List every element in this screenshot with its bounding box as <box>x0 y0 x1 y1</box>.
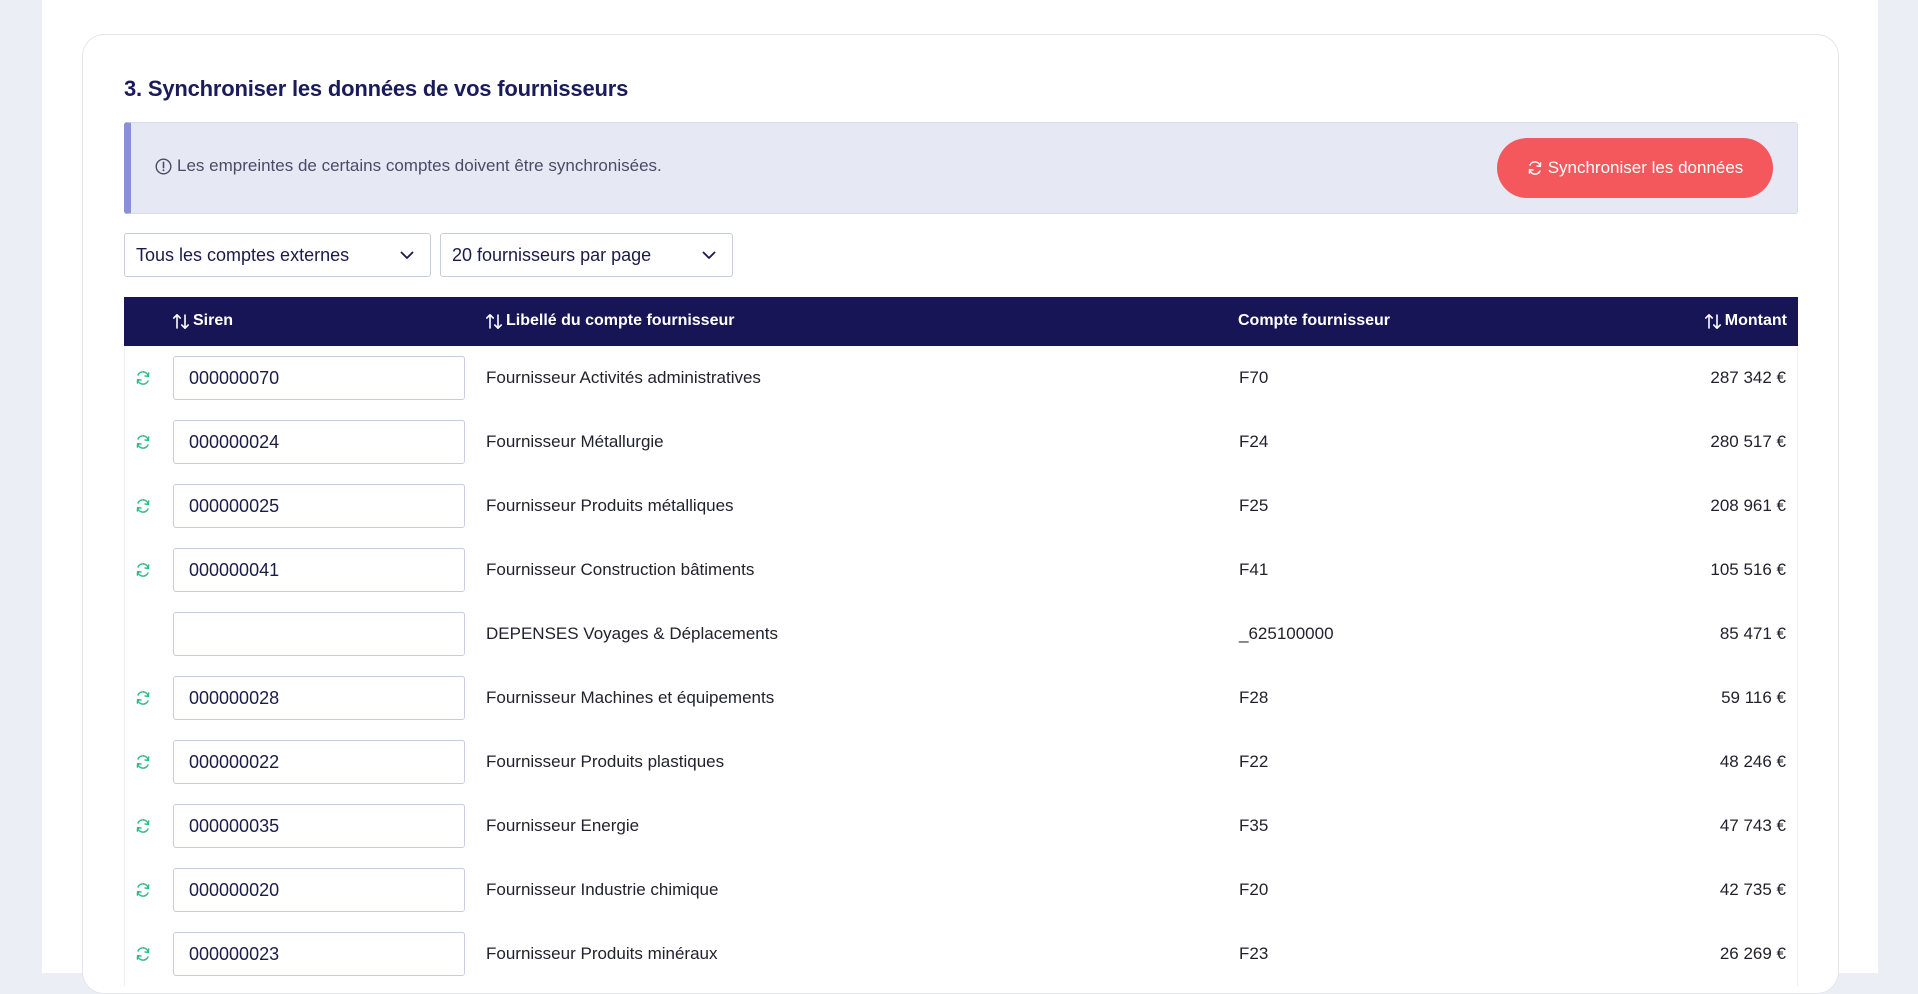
supplier-label-cell: Fournisseur Machines et équipements <box>486 688 775 707</box>
table-row: Fournisseur Produits métalliques F25 208… <box>124 474 1798 538</box>
sort-icon <box>485 313 503 329</box>
refresh-icon <box>1528 161 1542 175</box>
supplier-label-cell: Fournisseur Industrie chimique <box>486 880 719 899</box>
siren-input[interactable] <box>173 548 465 592</box>
column-header-montant[interactable]: Montant <box>1704 312 1787 330</box>
alert-message-wrapper: Les empreintes de certains comptes doive… <box>155 156 662 176</box>
info-circle-icon <box>155 157 172 175</box>
supplier-label-cell: Fournisseur Activités administratives <box>486 368 761 387</box>
column-header-siren[interactable]: Siren <box>172 312 233 330</box>
suppliers-table: Siren Libellé du compte fournisseur Comp… <box>124 297 1798 986</box>
chevron-down-icon <box>400 251 414 259</box>
amount-cell: 105 516 € <box>1710 560 1786 579</box>
amount-cell: 48 246 € <box>1719 752 1786 771</box>
amount-cell: 280 517 € <box>1710 432 1786 451</box>
sync-data-button[interactable]: Synchroniser les données <box>1497 138 1773 198</box>
column-header-libelle[interactable]: Libellé du compte fournisseur <box>485 312 734 330</box>
table-row: Fournisseur Produits plastiques F22 48 2… <box>124 730 1798 794</box>
siren-input[interactable] <box>173 612 465 656</box>
siren-input[interactable] <box>173 804 465 848</box>
sync-status-icon[interactable] <box>135 946 151 962</box>
column-label-compte: Compte fournisseur <box>1238 312 1391 329</box>
amount-cell: 47 743 € <box>1719 816 1786 835</box>
supplier-label-cell: Fournisseur Construction bâtiments <box>486 560 755 579</box>
per-page-select[interactable]: 20 fournisseurs par page <box>440 233 733 277</box>
supplier-label-cell: Fournisseur Produits minéraux <box>486 944 718 963</box>
siren-input[interactable] <box>173 740 465 784</box>
supplier-account-cell: F35 <box>1239 816 1269 835</box>
supplier-label-cell: Fournisseur Produits plastiques <box>486 752 725 771</box>
sort-icon <box>1704 313 1721 329</box>
sync-status-icon[interactable] <box>135 754 151 770</box>
siren-input[interactable] <box>173 484 465 528</box>
supplier-account-cell: F25 <box>1239 496 1269 515</box>
amount-cell: 59 116 € <box>1721 688 1786 707</box>
sync-suppliers-card: 3. Synchroniser les données de vos fourn… <box>82 34 1839 994</box>
sync-status-icon[interactable] <box>135 434 151 450</box>
column-label-libelle: Libellé du compte fournisseur <box>506 312 735 329</box>
sort-icon <box>172 313 190 329</box>
accounts-filter-value: Tous les comptes externes <box>136 244 350 265</box>
amount-cell: 42 735 € <box>1719 880 1786 899</box>
column-label-montant: Montant <box>1724 312 1787 329</box>
column-header-compte: Compte fournisseur <box>1238 312 1390 330</box>
supplier-account-cell: F24 <box>1239 432 1269 451</box>
siren-input[interactable] <box>173 932 465 976</box>
amount-cell: 26 269 € <box>1719 944 1786 963</box>
sync-status-icon[interactable] <box>135 690 151 706</box>
siren-input[interactable] <box>173 420 465 464</box>
sync-alert: Les empreintes de certains comptes doive… <box>124 122 1798 214</box>
accounts-filter-select[interactable]: Tous les comptes externes <box>124 233 431 277</box>
supplier-account-cell: F41 <box>1239 560 1269 579</box>
sync-status-icon[interactable] <box>135 498 151 514</box>
supplier-label-cell: Fournisseur Energie <box>486 816 640 835</box>
sync-status-icon[interactable] <box>135 370 151 386</box>
table-row: Fournisseur Industrie chimique F20 42 73… <box>124 858 1798 922</box>
supplier-account-cell: F20 <box>1239 880 1269 899</box>
table-row: Fournisseur Activités administratives F7… <box>124 346 1798 410</box>
table-row: DEPENSES Voyages & Déplacements _6251000… <box>124 602 1798 666</box>
siren-input[interactable] <box>173 676 465 720</box>
column-label-siren: Siren <box>193 312 234 329</box>
supplier-account-cell: F28 <box>1239 688 1269 707</box>
table-row: Fournisseur Produits minéraux F23 26 269… <box>124 922 1798 986</box>
page-background: 3. Synchroniser les données de vos fourn… <box>42 0 1878 994</box>
sync-status-icon[interactable] <box>135 818 151 834</box>
table-header: Siren Libellé du compte fournisseur Comp… <box>124 297 1798 346</box>
section-title: 3. Synchroniser les données de vos fourn… <box>124 76 629 101</box>
sync-status-icon[interactable] <box>135 882 151 898</box>
supplier-account-cell: F23 <box>1239 944 1269 963</box>
supplier-account-cell: _625100000 <box>1239 624 1334 643</box>
sync-data-button-label: Synchroniser les données <box>1547 158 1744 177</box>
table-body: Fournisseur Activités administratives F7… <box>124 346 1798 986</box>
alert-message: Les empreintes de certains comptes doive… <box>177 156 662 175</box>
table-row: Fournisseur Energie F35 47 743 € <box>124 794 1798 858</box>
sync-status-icon[interactable] <box>135 562 151 578</box>
chevron-down-icon <box>702 251 716 259</box>
per-page-value: 20 fournisseurs par page <box>452 244 652 265</box>
supplier-account-cell: F22 <box>1239 752 1269 771</box>
siren-input[interactable] <box>173 356 465 400</box>
supplier-label-cell: Fournisseur Produits métalliques <box>486 496 734 515</box>
amount-cell: 208 961 € <box>1710 496 1786 515</box>
table-row: Fournisseur Machines et équipements F28 … <box>124 666 1798 730</box>
siren-input[interactable] <box>173 868 465 912</box>
supplier-label-cell: Fournisseur Métallurgie <box>486 432 664 451</box>
supplier-label-cell: DEPENSES Voyages & Déplacements <box>486 624 778 643</box>
table-row: Fournisseur Construction bâtiments F41 1… <box>124 538 1798 602</box>
amount-cell: 85 471 € <box>1719 624 1786 643</box>
table-row: Fournisseur Métallurgie F24 280 517 € <box>124 410 1798 474</box>
amount-cell: 287 342 € <box>1710 368 1786 387</box>
supplier-account-cell: F70 <box>1239 368 1269 387</box>
